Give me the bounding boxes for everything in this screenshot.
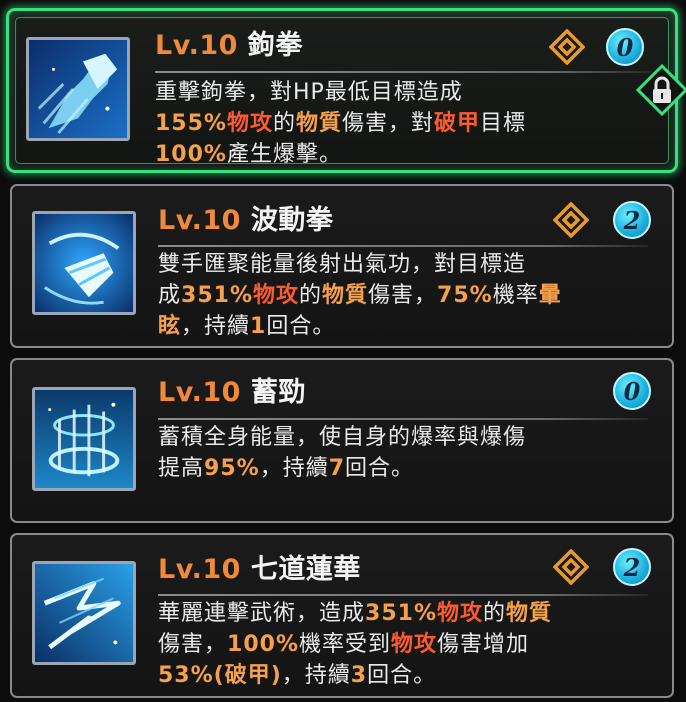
skill-count-badge: 0	[613, 372, 651, 410]
skill-level: Lv.10	[155, 30, 238, 61]
description-line: 提高95%，持續7回合。	[158, 453, 526, 484]
description-line: 蓄積全身能量，使自身的爆率與爆傷	[158, 422, 526, 453]
highlight-text: 351%	[181, 283, 253, 308]
description-text: ，持續	[259, 456, 329, 481]
skill-description: 華麗連擊武術，造成351%物攻的物質 傷害，100%機率受到物攻傷害增加 53%(破…	[158, 598, 552, 691]
skill-count-badge: 0	[606, 28, 644, 66]
description-line: 155%物攻的物質傷害，對破甲目標	[155, 108, 526, 139]
description-text: ，持續	[181, 314, 251, 339]
highlight-text: 100%	[155, 142, 227, 167]
highlight-text: 3	[350, 663, 368, 688]
skill-card-hook-punch[interactable]: Lv.10 鉤拳 0 重擊鉤拳，對HP最低目標造成 155%物攻的物質傷害，對破甲…	[6, 8, 678, 173]
description-text: 機率受到	[298, 632, 391, 657]
skill-name: 鉤拳	[247, 30, 303, 61]
highlight-text: 物質	[296, 111, 343, 136]
description-line: 華麗連擊武術，造成351%物攻的物質	[158, 598, 552, 629]
diamond-rank-icon	[549, 29, 585, 65]
skill-level: Lv.10	[158, 554, 241, 585]
description-text: 成	[158, 283, 182, 308]
highlight-text: 物攻	[226, 111, 273, 136]
highlight-text: 物質	[506, 601, 553, 626]
charge-up-skill-icon	[32, 387, 136, 491]
description-line: 重擊鉤拳，對HP最低目標造成	[155, 77, 526, 108]
description-text: 蓄積全身能量，使自身的爆率與爆傷	[158, 425, 527, 450]
description-text: 的	[483, 601, 507, 626]
skill-card-seven-lotus[interactable]: Lv.10 七道蓮華 2 華麗連擊武術，造成351%物攻的物質 傷害，100%機率…	[10, 533, 674, 698]
highlight-text: 100%	[227, 632, 299, 657]
description-line: 傷害，100%機率受到物攻傷害增加	[158, 629, 552, 660]
description-line: 100%產生爆擊。	[155, 139, 526, 170]
divider	[158, 245, 648, 247]
highlight-text: 53%(破甲)	[158, 663, 282, 688]
skill-name: 七道蓮華	[250, 554, 361, 585]
description-text: 回合。	[367, 663, 437, 688]
skill-description: 雙手匯聚能量後射出氣功，對目標造 成351%物攻的物質傷害，75%機率暈 眩，持續1…	[158, 249, 562, 342]
highlight-text: 75%	[437, 283, 493, 308]
highlight-text: 1	[250, 314, 267, 339]
description-text: 傷害，對	[342, 111, 435, 136]
description-text: 傷害，	[158, 632, 228, 657]
divider	[155, 71, 651, 73]
description-text: 機率	[492, 283, 539, 308]
description-text: 目標	[480, 111, 527, 136]
skill-count-badge: 2	[613, 548, 651, 586]
description-line: 53%(破甲)，持續3回合。	[158, 660, 552, 691]
punch-skill-icon	[26, 37, 130, 141]
skill-name: 波動拳	[250, 205, 334, 236]
lock-button[interactable]	[636, 64, 686, 116]
highlight-text: 95%	[204, 456, 260, 481]
description-text: ，持續	[281, 663, 351, 688]
padlock-icon	[636, 64, 686, 116]
highlight-text: 眩	[158, 314, 182, 339]
highlight-text: 破甲	[434, 111, 481, 136]
skill-level: Lv.10	[158, 205, 241, 236]
skill-card-wave-fist[interactable]: Lv.10 波動拳 2 雙手匯聚能量後射出氣功，對目標造 成351%物攻的物質傷害…	[10, 184, 674, 348]
wave-fist-skill-icon	[32, 211, 136, 315]
description-text: 雙手匯聚能量後射出氣功，對目標造	[158, 252, 527, 277]
description-text: 傷害，	[368, 283, 438, 308]
description-line: 眩，持續1回合。	[158, 311, 562, 342]
highlight-text: 物攻	[391, 632, 438, 657]
description-text: 的	[299, 283, 323, 308]
diamond-rank-icon	[553, 202, 589, 238]
diamond-rank-icon	[553, 549, 589, 585]
description-text: 的	[272, 111, 296, 136]
skill-level: Lv.10	[158, 377, 241, 408]
skill-description: 蓄積全身能量，使自身的爆率與爆傷 提高95%，持續7回合。	[158, 422, 526, 484]
description-line: 成351%物攻的物質傷害，75%機率暈	[158, 280, 562, 311]
description-text: 回合。	[266, 314, 336, 339]
highlight-text: 物攻	[436, 601, 483, 626]
divider	[158, 594, 648, 596]
highlight-text: 351%	[365, 601, 437, 626]
description-line: 雙手匯聚能量後射出氣功，對目標造	[158, 249, 562, 280]
description-text: 華麗連擊武術，造成	[158, 601, 366, 626]
highlight-text: 155%	[155, 111, 227, 136]
description-text: 傷害增加	[437, 632, 530, 657]
description-text: 產生爆擊。	[226, 142, 342, 167]
description-text: 提高	[158, 456, 205, 481]
highlight-text: 7	[328, 456, 346, 481]
divider	[158, 418, 648, 420]
description-text: 回合。	[345, 456, 415, 481]
highlight-text: 物質	[322, 283, 369, 308]
highlight-text: 暈	[538, 283, 562, 308]
skill-card-charge-up[interactable]: Lv.10 蓄勁 0 蓄積全身能量，使自身的爆率與爆傷 提高95%，持續7回合。	[10, 358, 674, 523]
skill-description: 重擊鉤拳，對HP最低目標造成 155%物攻的物質傷害，對破甲目標 100%產生爆擊。	[155, 77, 526, 170]
skill-count-badge: 2	[613, 201, 651, 239]
description-text: 重擊鉤拳，對HP最低目標造成	[155, 80, 463, 105]
seven-lotus-skill-icon	[32, 561, 136, 665]
skill-name: 蓄勁	[250, 377, 306, 408]
highlight-text: 物攻	[252, 283, 299, 308]
